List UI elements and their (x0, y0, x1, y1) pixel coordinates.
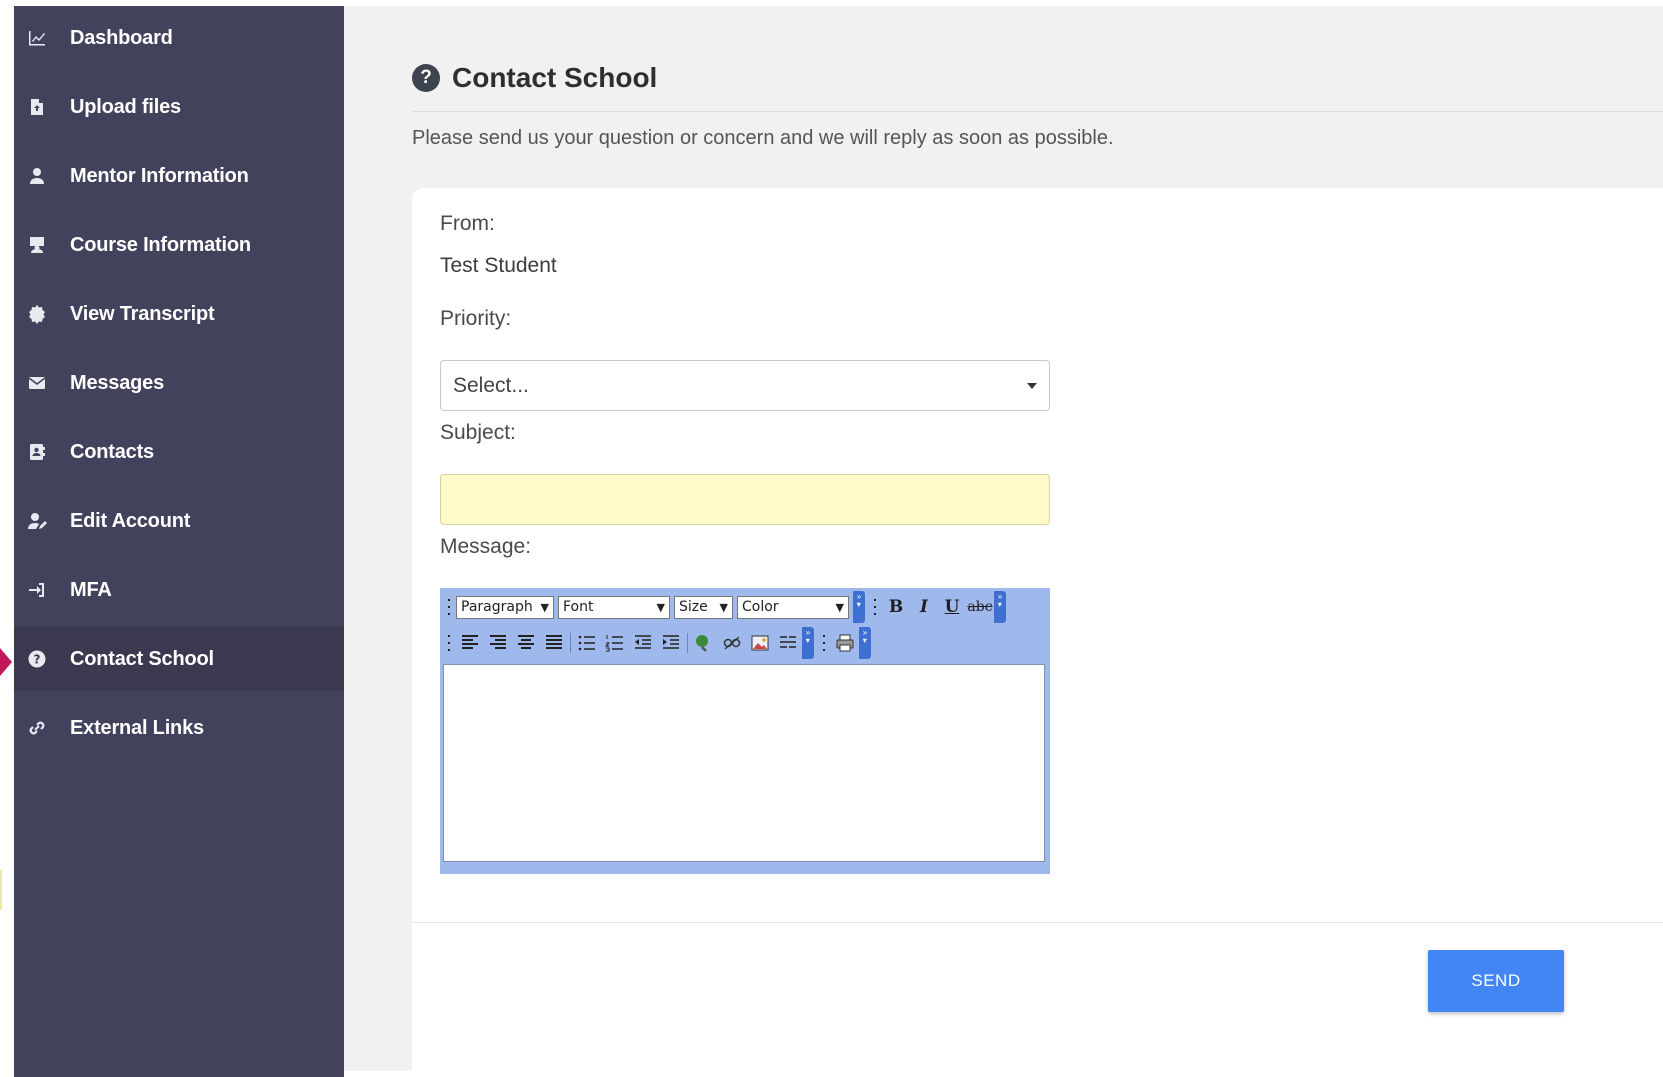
app-window: Dashboard Upload files Mentor Informatio… (0, 0, 1663, 1077)
chevron-down-icon: ▼ (656, 600, 665, 614)
user-edit-icon (26, 510, 48, 532)
message-editor-area[interactable] (443, 664, 1045, 862)
sidebar-item-label: View Transcript (70, 302, 215, 325)
chevron-down-icon: ▼ (835, 600, 844, 614)
priority-selected-value: Select... (453, 373, 529, 397)
numbered-list-icon[interactable] (601, 630, 629, 656)
link-icon (26, 717, 48, 739)
toolbar-grip[interactable] (820, 632, 828, 654)
chalkboard-teacher-icon (26, 234, 48, 256)
sidebar-item-course-information[interactable]: Course Information (14, 213, 344, 277)
indent-icon[interactable] (657, 630, 685, 656)
sidebar-item-label: Messages (70, 371, 165, 394)
sidebar-item-mfa[interactable]: MFA (14, 558, 344, 622)
bold-button[interactable]: B (882, 594, 910, 620)
print-icon[interactable] (831, 630, 859, 656)
size-select[interactable]: Size ▼ (674, 595, 733, 619)
toolbar-separator (687, 633, 688, 653)
sidebar-item-label: Edit Account (70, 509, 191, 532)
sidebar-item-external-links[interactable]: External Links (14, 696, 344, 760)
main-content: ? Contact School Please send us your que… (344, 6, 1663, 1071)
sidebar-item-label: Contact School (70, 647, 214, 670)
send-button[interactable]: SEND (1428, 950, 1564, 1012)
editor-toolbar-row-1: Paragraph ▼ Font ▼ Size ▼ Color ▼ » ▾ B I U a… (442, 590, 1009, 624)
svg-text:?: ? (34, 653, 41, 667)
sidebar-item-view-transcript[interactable]: View Transcript (14, 282, 344, 346)
align-right-icon[interactable] (484, 630, 512, 656)
caret-down-icon (1027, 383, 1037, 389)
sidebar: Dashboard Upload files Mentor Informatio… (14, 6, 344, 1077)
annotation-arrow (0, 648, 12, 676)
message-label: Message: (440, 535, 532, 558)
user-tie-icon (26, 165, 48, 187)
from-value: Test Student (440, 254, 557, 277)
sidebar-item-edit-account[interactable]: Edit Account (14, 489, 344, 553)
sidebar-item-contacts[interactable]: Contacts (14, 420, 344, 484)
subject-input[interactable] (440, 474, 1050, 525)
toolbar-grip[interactable] (871, 596, 879, 618)
toolbar-overflow-button[interactable]: » ▾ (994, 591, 1006, 623)
chart-line-icon (26, 27, 48, 49)
align-justify-icon[interactable] (540, 630, 568, 656)
title-divider (412, 111, 1663, 112)
sidebar-item-label: MFA (70, 578, 112, 601)
priority-label: Priority: (440, 307, 512, 330)
sign-in-icon (26, 579, 48, 601)
sidebar-item-label: Course Information (70, 233, 251, 256)
sidebar-item-upload-files[interactable]: Upload files (14, 75, 344, 139)
left-edge (0, 0, 14, 1071)
chevron-down-icon: ▼ (719, 600, 728, 614)
contact-form-card: From: Test Student Priority: Select... S… (412, 188, 1663, 1071)
unlink-icon[interactable] (718, 630, 746, 656)
page-title: Contact School (452, 62, 658, 93)
footer-divider (412, 922, 1663, 923)
sidebar-item-label: Dashboard (70, 26, 173, 49)
outdent-icon[interactable] (629, 630, 657, 656)
bullet-list-icon[interactable] (573, 630, 601, 656)
sidebar-item-dashboard[interactable]: Dashboard (14, 6, 344, 70)
sidebar-item-mentor-information[interactable]: Mentor Information (14, 144, 344, 208)
subject-label: Subject: (440, 421, 516, 444)
align-center-icon[interactable] (512, 630, 540, 656)
strikethrough-button[interactable]: abc (966, 594, 994, 620)
toolbar-overflow-button[interactable]: » ▾ (802, 627, 814, 659)
insert-link-icon[interactable] (690, 630, 718, 656)
color-select[interactable]: Color ▼ (737, 595, 849, 619)
certificate-icon (26, 303, 48, 325)
font-select[interactable]: Font ▼ (558, 595, 670, 619)
underline-button[interactable]: U (938, 594, 966, 620)
sidebar-item-label: Contacts (70, 440, 154, 463)
annotation-mark (0, 870, 4, 910)
insert-image-icon[interactable] (746, 630, 774, 656)
sidebar-item-label: Upload files (70, 95, 181, 118)
paragraph-select[interactable]: Paragraph ▼ (456, 595, 554, 619)
envelope-icon (26, 372, 48, 394)
priority-select[interactable]: Select... (440, 360, 1050, 411)
question-circle-icon: ? (412, 64, 440, 92)
file-upload-icon (26, 96, 48, 118)
chevron-down-icon: ▼ (540, 600, 549, 614)
toolbar-separator (570, 633, 571, 653)
toolbar-overflow-button[interactable]: » ▾ (859, 627, 871, 659)
address-book-icon (26, 441, 48, 463)
horizontal-rule-icon[interactable] (774, 630, 802, 656)
from-label: From: (440, 212, 495, 235)
sidebar-item-label: External Links (70, 716, 204, 739)
sidebar-item-messages[interactable]: Messages (14, 351, 344, 415)
page-subtitle: Please send us your question or concern … (412, 127, 1114, 149)
toolbar-grip[interactable] (445, 596, 453, 618)
align-left-icon[interactable] (456, 630, 484, 656)
sidebar-item-label: Mentor Information (70, 164, 249, 187)
question-circle-icon: ? (26, 648, 48, 670)
toolbar-grip[interactable] (445, 632, 453, 654)
toolbar-overflow-button[interactable]: » ▾ (853, 591, 865, 623)
italic-button[interactable]: I (910, 594, 938, 620)
editor-toolbar-row-2: » ▾ » ▾ (442, 626, 874, 660)
rich-text-editor: Paragraph ▼ Font ▼ Size ▼ Color ▼ » ▾ B I U a… (440, 588, 1050, 874)
page-header: ? Contact School (412, 62, 657, 94)
sidebar-item-contact-school[interactable]: ? Contact School (14, 627, 344, 691)
